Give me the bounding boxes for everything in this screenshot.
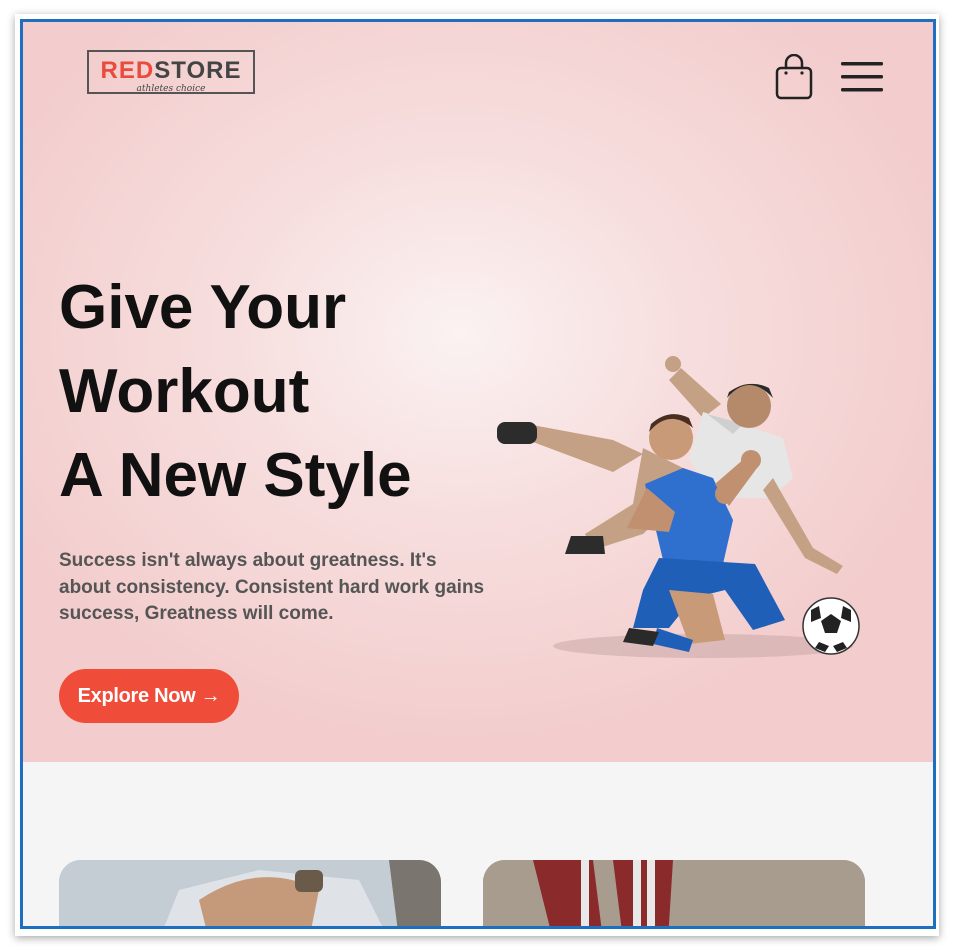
store-logo[interactable]: REDSTORE athletes choice [87, 50, 255, 94]
browser-viewport: REDSTORE athletes choice Give Your Worko… [20, 19, 936, 929]
headline-line-3: A New Style [59, 441, 412, 510]
category-card-image [483, 860, 865, 926]
logo-red-part: RED [100, 57, 155, 84]
category-cards [23, 762, 933, 926]
category-card-image [59, 860, 441, 926]
logo-tagline: athletes choice [136, 84, 206, 94]
football-players-image [497, 356, 860, 658]
hamburger-menu-icon[interactable] [841, 60, 883, 94]
hero-headline: Give Your Workout A New Style [59, 266, 479, 518]
explore-now-button[interactable]: Explore Now → [59, 669, 239, 723]
category-card[interactable] [59, 860, 441, 926]
logo-store-part: STORE [154, 57, 242, 84]
headline-line-2: Workout [59, 357, 310, 426]
hero-subtext: Success isn't always about greatness. It… [59, 550, 485, 624]
headline-line-1: Give Your [59, 273, 347, 342]
hero-section: REDSTORE athletes choice Give Your Worko… [23, 22, 933, 762]
shopping-bag-icon[interactable] [775, 54, 813, 100]
category-card[interactable] [483, 860, 865, 926]
logo-wordmark: REDSTORE [89, 57, 253, 85]
